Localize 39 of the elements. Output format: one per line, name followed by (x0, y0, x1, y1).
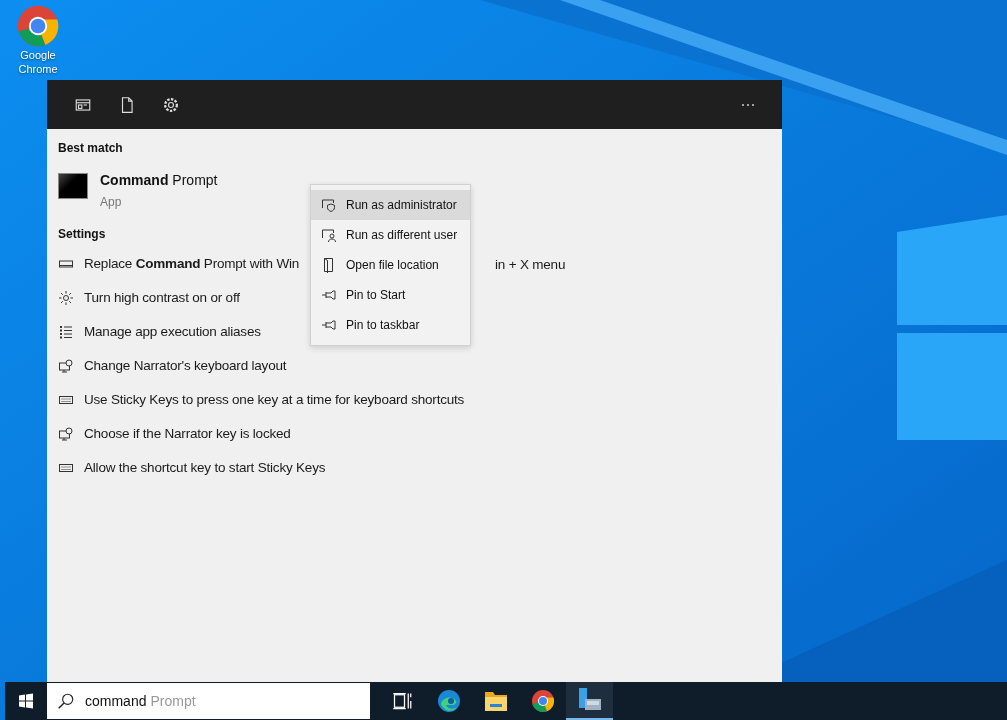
narrator-icon (58, 358, 74, 374)
setting-link[interactable]: Replace Command Prompt with Win (84, 253, 300, 275)
result-title[interactable]: Command Prompt (100, 171, 218, 189)
edge-icon (436, 689, 461, 713)
search-box[interactable]: command Prompt (47, 683, 370, 719)
section-heading: Best match (58, 140, 123, 157)
search-icon (57, 692, 75, 710)
menu-item[interactable]: Pin to taskbar (311, 310, 470, 340)
setting-link[interactable]: Manage app execution aliases (84, 321, 261, 343)
search-text: command (85, 691, 147, 711)
shield-icon (321, 197, 337, 213)
section-heading: Settings (58, 226, 106, 243)
result-subtitle: App (100, 194, 123, 211)
windows-icon (18, 693, 34, 709)
task-view-icon (391, 691, 412, 711)
brightness-icon (58, 290, 74, 306)
command-prompt-icon (58, 173, 88, 199)
setting-link[interactable]: in + X menu (495, 255, 566, 276)
settings-icon[interactable] (162, 95, 180, 114)
user-icon (321, 227, 337, 243)
chrome-icon (530, 689, 555, 713)
pin-icon (321, 317, 337, 333)
taskbar-button[interactable] (566, 682, 613, 720)
setting-link[interactable]: Allow the shortcut key to start Sticky Keys (84, 457, 326, 479)
setting-link[interactable]: Turn high contrast on or off (84, 287, 240, 309)
setting-link[interactable]: Change Narrator's keyboard layout (84, 355, 287, 377)
pin-icon (321, 287, 337, 303)
menu-item[interactable]: Run as different user (311, 220, 470, 250)
folder-icon (483, 690, 508, 712)
autocomplete-text: Prompt (150, 691, 196, 711)
server-manager-icon (576, 687, 603, 713)
menu-item[interactable]: Run as administrator (311, 190, 470, 220)
narrator-icon (58, 426, 74, 442)
menu-item[interactable]: Pin to Start (311, 280, 470, 310)
list-icon (58, 324, 74, 340)
menu-item[interactable]: Open file location (311, 250, 470, 280)
chrome-icon[interactable] (16, 4, 60, 48)
setting-link[interactable]: Choose if the Narrator key is locked (84, 423, 291, 445)
setting-link[interactable]: Use Sticky Keys to press one key at a time for keyboard shortcuts (84, 389, 465, 411)
